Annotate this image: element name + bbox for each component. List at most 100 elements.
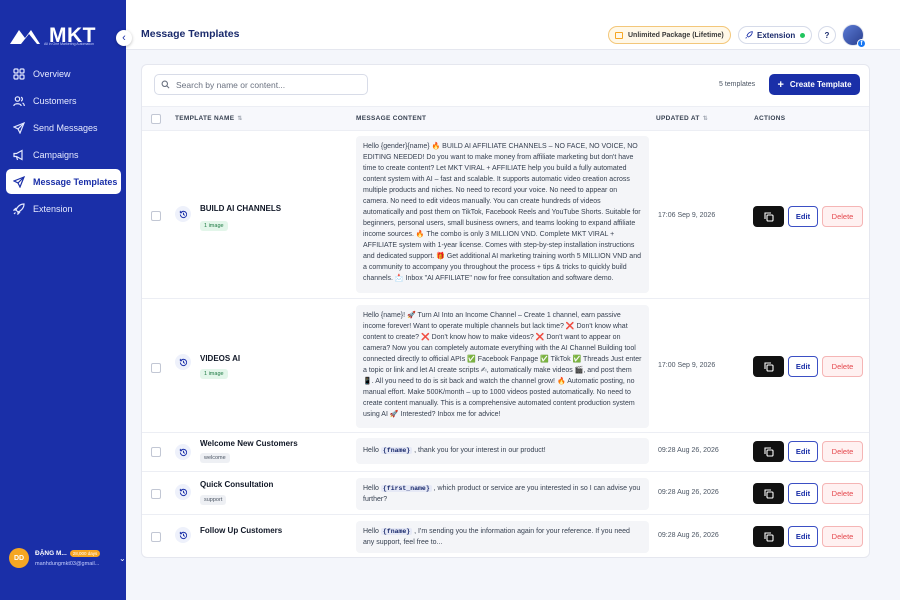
table-row: Quick Consultation support Hello {first_… xyxy=(142,472,869,515)
sidebar-item-label: Extension xyxy=(33,203,73,214)
message-text: Hello xyxy=(363,528,379,535)
sort-icon: ⇅ xyxy=(702,116,709,122)
message-content: Hello {name}! 🚀 Turn AI Into an Income C… xyxy=(356,305,649,428)
history-icon[interactable] xyxy=(175,527,191,543)
delete-button[interactable]: Delete xyxy=(822,441,863,462)
column-header-name[interactable]: TEMPLATE NAME ⇅ xyxy=(175,115,243,122)
message-content: Hello {gender}{name} 🔥 BUILD AI AFFILIAT… xyxy=(356,136,649,293)
template-tag: support xyxy=(200,495,227,505)
table-row: BUILD AI CHANNELS 1 image Hello {gender}… xyxy=(142,132,869,299)
extension-status-button[interactable]: Extension xyxy=(738,26,813,44)
package-label: Unlimited Package (Lifetime) xyxy=(628,31,724,39)
user-name: ĐẶNG M... xyxy=(35,549,67,557)
edit-button[interactable]: Edit xyxy=(788,526,818,547)
copy-button[interactable] xyxy=(753,483,784,504)
updated-at: 17:06 Sep 9, 2026 xyxy=(658,212,716,219)
megaphone-icon xyxy=(13,148,23,161)
license-days-badge: 28,000 days xyxy=(69,549,101,557)
column-label: TEMPLATE NAME xyxy=(175,115,235,122)
sidebar-collapse-button[interactable]: ‹ xyxy=(116,30,132,46)
row-checkbox[interactable] xyxy=(151,489,161,499)
users-icon xyxy=(13,95,25,106)
sidebar-item-overview[interactable]: Overview xyxy=(6,61,121,86)
row-checkbox[interactable] xyxy=(151,363,161,373)
updated-at: 09:28 Aug 26, 2026 xyxy=(658,532,719,539)
chevron-down-icon[interactable]: ⌄ xyxy=(119,554,126,563)
message-text: , thank you for your interest in our pro… xyxy=(414,447,546,454)
sidebar-item-extension[interactable]: Extension xyxy=(6,196,121,221)
variable-chip: {fname} xyxy=(380,528,413,535)
rocket-icon xyxy=(745,31,753,39)
template-count: 5 templates xyxy=(719,81,756,88)
message-content: Hello {first_name} , which product or se… xyxy=(356,478,649,510)
copy-button[interactable] xyxy=(753,526,784,547)
row-checkbox[interactable] xyxy=(151,447,161,457)
sort-icon: ⇅ xyxy=(237,116,243,122)
template-name: Welcome New Customers xyxy=(200,439,298,448)
template-tag: 1 image xyxy=(200,221,228,231)
facebook-icon: f xyxy=(857,39,866,48)
history-icon[interactable] xyxy=(175,206,191,222)
copy-button[interactable] xyxy=(753,356,784,377)
edit-button[interactable]: Edit xyxy=(788,441,818,462)
history-icon[interactable] xyxy=(175,354,191,370)
copy-icon xyxy=(763,446,774,457)
table-row: VIDEOS AI 1 image Hello {name}! 🚀 Turn A… xyxy=(142,299,869,433)
package-badge[interactable]: Unlimited Package (Lifetime) xyxy=(608,26,731,44)
select-all-checkbox[interactable] xyxy=(151,114,161,124)
templates-card: 5 templates + Create Template TEMPLATE N… xyxy=(141,64,870,558)
logo-icon xyxy=(10,30,40,44)
search-input[interactable] xyxy=(176,79,356,90)
template-tag: 1 image xyxy=(200,369,228,379)
create-template-button[interactable]: + Create Template xyxy=(769,74,860,95)
message-text: Hello xyxy=(363,485,379,492)
variable-chip: {fname} xyxy=(380,447,413,454)
create-template-label: Create Template xyxy=(789,80,852,89)
row-checkbox[interactable] xyxy=(151,211,161,221)
edit-button[interactable]: Edit xyxy=(788,356,818,377)
updated-at: 17:00 Sep 9, 2026 xyxy=(658,362,716,369)
template-tag: welcome xyxy=(200,453,230,463)
table-row: Welcome New Customers welcome Hello {fna… xyxy=(142,433,869,472)
delete-button[interactable]: Delete xyxy=(822,206,863,227)
copy-button[interactable] xyxy=(753,206,784,227)
chevron-left-icon: ‹ xyxy=(122,32,126,44)
sidebar-item-customers[interactable]: Customers xyxy=(6,88,121,113)
account-avatar[interactable]: f xyxy=(842,24,866,48)
card-icon xyxy=(615,31,623,39)
delete-button[interactable]: Delete xyxy=(822,526,863,547)
message-content: Hello {fname} , thank you for your inter… xyxy=(356,438,649,464)
history-icon[interactable] xyxy=(175,444,191,460)
history-icon[interactable] xyxy=(175,484,191,500)
user-profile-card[interactable]: DD ĐẶNG M... 28,000 days manhdungmkt03@g… xyxy=(0,536,126,580)
sidebar-item-campaigns[interactable]: Campaigns xyxy=(6,142,121,167)
template-name: Follow Up Customers xyxy=(200,526,283,535)
column-header-updated[interactable]: UPDATED AT ⇅ xyxy=(656,115,708,122)
brand-tagline: All in One Marketing Automation xyxy=(44,42,94,46)
search-box[interactable] xyxy=(154,74,368,95)
page-title: Message Templates xyxy=(141,28,240,40)
search-icon xyxy=(161,80,170,89)
copy-button[interactable] xyxy=(753,441,784,462)
sidebar-item-send-messages[interactable]: Send Messages xyxy=(6,115,121,140)
sidebar-item-label: Customers xyxy=(33,95,77,106)
template-name: BUILD AI CHANNELS xyxy=(200,204,282,213)
column-label: UPDATED AT xyxy=(656,115,700,122)
variable-chip: {first_name} xyxy=(380,485,432,492)
delete-button[interactable]: Delete xyxy=(822,483,863,504)
help-icon: ? xyxy=(824,30,830,40)
user-email: manhdungmkt03@gmail... xyxy=(35,560,100,567)
edit-button[interactable]: Edit xyxy=(788,483,818,504)
extension-label: Extension xyxy=(757,30,796,40)
row-checkbox[interactable] xyxy=(151,532,161,542)
message-text: Hello xyxy=(363,447,379,454)
sidebar-item-label: Send Messages xyxy=(33,122,98,133)
edit-button[interactable]: Edit xyxy=(788,206,818,227)
help-button[interactable]: ? xyxy=(818,26,836,44)
status-dot xyxy=(800,32,806,38)
column-header-actions: ACTIONS xyxy=(754,115,786,122)
sidebar-item-message-templates[interactable]: Message Templates xyxy=(6,169,121,194)
copy-icon xyxy=(763,488,774,499)
delete-button[interactable]: Delete xyxy=(822,356,863,377)
sidebar-nav: Overview Customers Send Messages Campaig… xyxy=(6,61,121,223)
